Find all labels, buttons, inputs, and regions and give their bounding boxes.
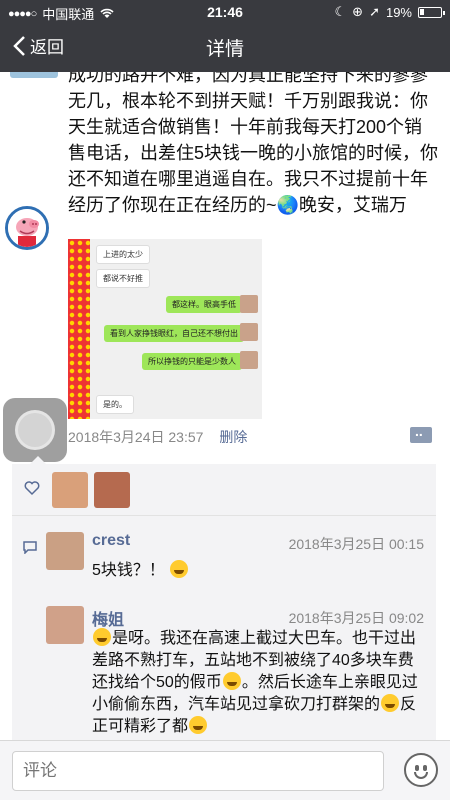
chat-bubble: 看到人家挣钱眼红，自己还不想付出: [104, 325, 244, 342]
sweat-smile-emoji-icon: [381, 694, 400, 712]
comment-icon: [23, 541, 37, 554]
avatar: [240, 351, 258, 369]
sweat-smile-emoji-icon: [222, 672, 241, 690]
assistive-touch-icon: [15, 410, 55, 450]
emoji-button[interactable]: [404, 753, 438, 787]
liker-avatar[interactable]: [52, 472, 88, 508]
post-text: 成功的路并不难，因为真正能坚持下来的寥寥无几，根本轮不到拼天赋！千万别跟我说：你…: [68, 72, 439, 215]
comment-text-content: 5块钱？！: [92, 562, 165, 579]
comment-input-bar: [0, 740, 450, 800]
lock-rotation-icon: ⊕: [352, 4, 364, 19]
comment-text: 是呀。我还在高速上截过大巴车。也干过出差路不熟打车，五站地不到被绕了40多块车费…: [92, 628, 426, 738]
avatar[interactable]: [10, 72, 58, 78]
peppa-avatar-icon: [8, 209, 46, 247]
status-bar: ●●●●○ 中国联通 21:46 ☾ ⊕ ➚ 19%: [0, 0, 450, 24]
chat-bubble: 都说不好推: [96, 269, 150, 288]
grin-emoji-icon: [93, 628, 111, 646]
chat-bubble: 都这样。眼高手低: [166, 296, 242, 313]
chat-bubble: 所以挣钱的只能是少数人: [142, 353, 242, 370]
page-title: 详情: [205, 39, 244, 60]
scream-emoji-icon: [170, 560, 189, 578]
chat-bubble: 上进的太少: [96, 245, 150, 264]
likes-row: [12, 464, 436, 516]
user-avatar[interactable]: [5, 206, 49, 250]
commenter-avatar[interactable]: [46, 606, 84, 644]
battery-label: 19%: [385, 4, 412, 20]
status-right: ☾ ⊕ ➚ 19%: [334, 4, 445, 20]
comment-item[interactable]: 梅姐 2018年3月25日 09:02 是呀。我还在高速上截过大巴车。也干过出差…: [12, 598, 436, 740]
location-icon: ➚: [369, 4, 380, 19]
comment-item[interactable]: crest 2018年3月25日 00:15 5块钱？！: [12, 520, 436, 590]
post-meta: 2018年3月24日 23:57 删除: [68, 427, 247, 447]
liker-avatar[interactable]: [94, 472, 130, 508]
top-bar: ●●●●○ 中国联通 21:46 ☾ ⊕ ➚ 19% 返回 详情: [0, 0, 450, 72]
emoji-eye: [423, 765, 427, 771]
comment-text: 5块钱？！: [92, 560, 189, 582]
interaction-panel: crest 2018年3月25日 00:15 5块钱？！ 梅姐 2018年3月2…: [12, 456, 436, 740]
more-options-button[interactable]: [410, 423, 432, 443]
moon-icon: ☾: [334, 4, 347, 19]
commenter-avatar[interactable]: [46, 532, 84, 570]
content-area[interactable]: 成功的路并不难，因为真正能坚持下来的寥寥无几，根本轮不到拼天赋！千万别跟我说：你…: [0, 72, 450, 740]
post-image[interactable]: 上进的太少 都说不好推 都这样。眼高手低 看到人家挣钱眼红，自己还不想付出 所以…: [68, 239, 262, 419]
comment-time: 2018年3月25日 09:02: [288, 610, 424, 626]
avatar: [240, 323, 258, 341]
emoji-mouth: [414, 772, 428, 779]
heart-icon: [24, 481, 40, 496]
image-border-pattern: [68, 239, 90, 419]
avatar: [240, 295, 258, 313]
post-date: 2018年3月24日 23:57: [68, 429, 204, 445]
commenter-name[interactable]: crest: [92, 532, 130, 550]
battery-icon: [418, 6, 445, 18]
emoji-eye: [415, 765, 419, 771]
comment-time: 2018年3月25日 00:15: [288, 536, 424, 552]
joy-emoji-icon: [189, 716, 208, 734]
comment-input[interactable]: [12, 751, 384, 791]
assistive-touch-button[interactable]: [3, 398, 67, 462]
commenter-name[interactable]: 梅姐: [92, 606, 124, 630]
chat-bubble: 是的。: [96, 395, 134, 414]
nav-bar: 返回 详情: [0, 24, 450, 72]
delete-link[interactable]: 删除: [219, 429, 247, 445]
